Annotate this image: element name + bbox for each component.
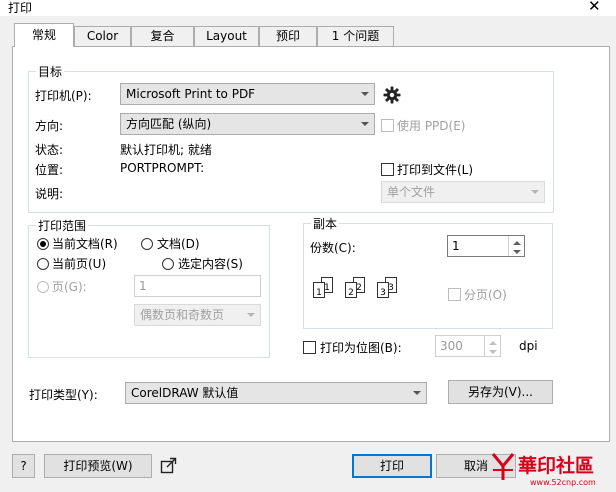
target-legend: 目标: [36, 63, 65, 80]
page-filter-select[interactable]: 偶数页和奇数页: [134, 304, 261, 326]
current-page-radio[interactable]: [37, 258, 49, 270]
chevron-down-icon: [361, 122, 369, 126]
comment-label: 说明:: [35, 187, 64, 201]
orientation-label: 方向:: [35, 119, 64, 133]
general-panel: 目标 打印机(P): Microsoft Print to PDF 方向: 方向…: [12, 46, 610, 442]
printer-label: 打印机(P):: [35, 89, 92, 103]
print-to-file-label: 打印到文件(L): [397, 163, 474, 177]
brand-logo-icon: [491, 453, 515, 480]
save-as-button[interactable]: 另存为(V)...: [448, 380, 553, 404]
spin-up-icon[interactable]: [513, 241, 521, 245]
page-filter-value: 偶数页和奇数页: [140, 308, 225, 322]
dpi-unit: dpi: [519, 339, 538, 353]
dpi-spinner[interactable]: [484, 336, 500, 356]
watermark-brand: 華印社區: [518, 455, 595, 477]
print-type-value: CorelDRAW 默认值: [131, 386, 239, 400]
close-icon[interactable]: ✕: [588, 0, 601, 15]
chevron-down-icon: [361, 92, 369, 96]
tab-layout[interactable]: Layout: [194, 26, 259, 46]
use-ppd-checkbox[interactable]: [381, 119, 394, 132]
file-mode-value: 单个文件: [387, 185, 436, 199]
print-as-bitmap-checkbox[interactable]: [303, 341, 316, 354]
location-label: 位置:: [35, 163, 64, 177]
current-page-label: 当前页(U): [52, 257, 107, 271]
tab-color[interactable]: Color: [74, 26, 131, 46]
printer-value: Microsoft Print to PDF: [126, 87, 256, 101]
tab-composite[interactable]: 复合: [131, 26, 194, 46]
spin-down-icon[interactable]: [489, 350, 497, 354]
help-button[interactable]: ?: [12, 454, 35, 478]
collate-pages-icon: 1 1 2 2 3 3: [313, 277, 409, 307]
chevron-down-icon: [413, 391, 421, 395]
documents-label: 文档(D): [157, 237, 200, 251]
bitmap-dpi-value: 300: [440, 339, 463, 353]
pages-input[interactable]: 1: [134, 275, 261, 297]
page-icon: 3: [377, 282, 389, 298]
documents-radio[interactable]: [141, 238, 153, 250]
copies-spinner[interactable]: [508, 236, 524, 256]
printer-select[interactable]: Microsoft Print to PDF: [120, 83, 375, 105]
page-icon: 1: [313, 282, 325, 298]
selection-radio[interactable]: [162, 258, 174, 270]
chevron-down-icon: [247, 313, 255, 317]
title-bar: 打印 ✕: [0, 0, 616, 16]
external-window-icon[interactable]: [160, 457, 177, 474]
current-document-radio[interactable]: [37, 238, 49, 250]
spin-up-icon[interactable]: [489, 341, 497, 345]
print-to-file-checkbox[interactable]: [381, 163, 394, 176]
window-title: 打印: [8, 1, 33, 15]
print-button[interactable]: 打印: [352, 454, 432, 478]
collate-label: 分页(O): [464, 288, 507, 302]
copies-count-value: 1: [452, 239, 460, 253]
orientation-select[interactable]: 方向匹配 (纵向): [120, 113, 375, 135]
print-type-label: 打印类型(Y):: [29, 388, 98, 402]
tab-issues[interactable]: 1 个问题: [317, 26, 394, 46]
tab-general[interactable]: 常规: [14, 23, 74, 47]
use-ppd-label: 使用 PPD(E): [397, 119, 466, 133]
site-watermark: 華印社區 www.52cnp.com: [490, 450, 616, 492]
pages-label: 页(G):: [52, 280, 87, 294]
tab-prepress[interactable]: 预印: [259, 26, 317, 46]
spin-down-icon[interactable]: [513, 250, 521, 254]
file-mode-select[interactable]: 单个文件: [381, 181, 545, 203]
print-type-select[interactable]: CorelDRAW 默认值: [125, 382, 427, 404]
print-range-legend: 打印范围: [36, 217, 89, 234]
copies-count-input[interactable]: 1: [447, 235, 525, 257]
copies-count-label: 份数(C):: [310, 241, 356, 255]
selection-label: 选定内容(S): [178, 257, 243, 271]
print-preview-button[interactable]: 打印预览(W): [44, 454, 152, 478]
watermark-url: www.52cnp.com: [530, 478, 596, 487]
bitmap-dpi-input[interactable]: 300: [435, 335, 501, 357]
status-label: 状态:: [35, 143, 64, 157]
location-value: PORTPROMPT:: [120, 161, 205, 175]
gear-icon[interactable]: [383, 86, 401, 104]
copies-legend: 副本: [311, 215, 340, 232]
chevron-down-icon: [531, 190, 539, 194]
page-icon: 2: [345, 282, 357, 298]
collate-checkbox[interactable]: [448, 288, 461, 301]
print-as-bitmap-label: 打印为位图(B):: [320, 341, 402, 355]
status-value: 默认打印机; 就绪: [120, 143, 212, 157]
current-document-label: 当前文档(R): [52, 237, 118, 251]
orientation-value: 方向匹配 (纵向): [126, 117, 212, 131]
pages-radio[interactable]: [37, 281, 49, 293]
